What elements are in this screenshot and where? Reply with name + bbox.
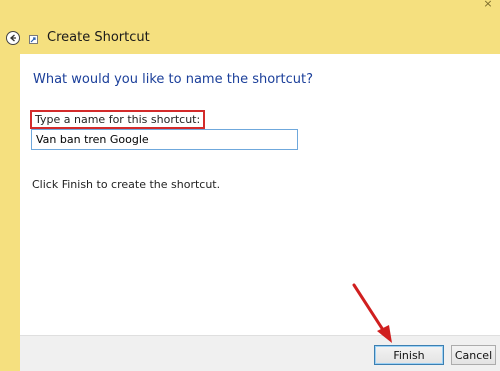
cancel-button[interactable]: Cancel — [451, 345, 496, 365]
finish-hint: Click Finish to create the shortcut. — [32, 178, 221, 191]
shortcut-icon — [29, 35, 38, 44]
page-heading: What would you like to name the shortcut… — [33, 72, 313, 87]
back-arrow-icon — [10, 34, 16, 42]
shortcut-name-input[interactable] — [31, 129, 298, 150]
finish-button[interactable]: Finish — [374, 345, 444, 365]
shortcut-name-label: Type a name for this shortcut: — [30, 110, 206, 129]
back-button[interactable] — [6, 31, 20, 45]
close-icon[interactable]: × — [482, 0, 494, 10]
wizard-content: What would you like to name the shortcut… — [20, 54, 500, 335]
button-bar: Finish Cancel — [20, 335, 500, 371]
window-title: Create Shortcut — [47, 30, 150, 45]
title-bar: Create Shortcut — [0, 22, 500, 54]
create-shortcut-window: × Create Shortcut What would you like to… — [0, 0, 500, 371]
